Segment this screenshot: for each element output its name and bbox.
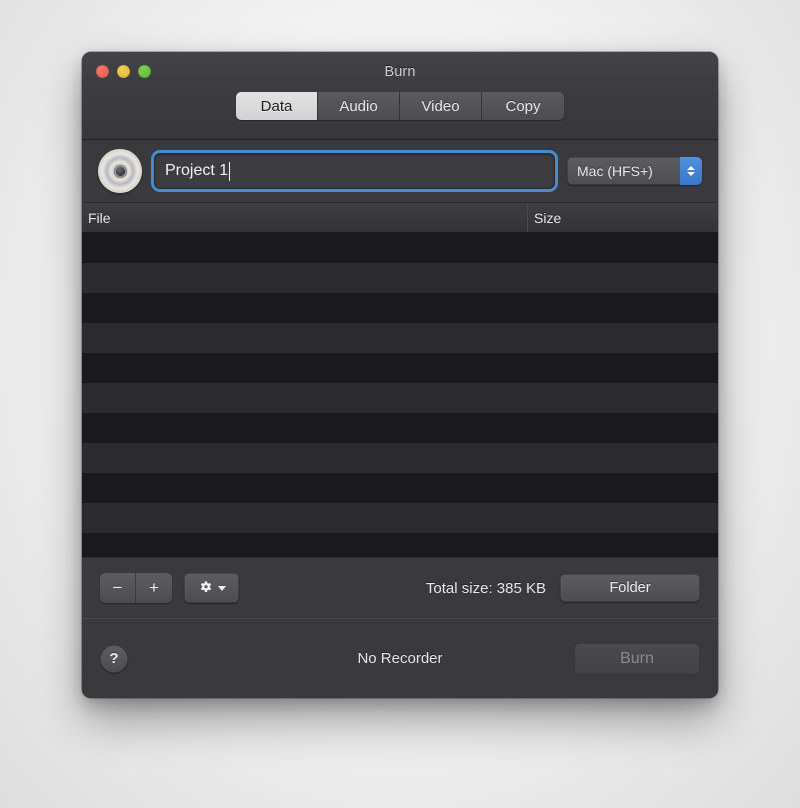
table-row[interactable] xyxy=(82,413,718,443)
file-table-header: File Size xyxy=(82,202,718,233)
window-footer: ? No Recorder Burn xyxy=(82,618,718,698)
project-name-input[interactable]: Project 1 xyxy=(154,153,555,189)
window-title: Burn xyxy=(384,64,416,80)
table-row[interactable] xyxy=(82,503,718,533)
file-actions-toolbar: − + Total size: 385 KB Folder xyxy=(82,558,718,618)
burn-window: Burn Data Audio Video Copy Project 1 Mac… xyxy=(82,52,718,698)
table-row[interactable] xyxy=(82,383,718,413)
chevron-down-icon xyxy=(687,172,695,176)
table-row[interactable] xyxy=(82,473,718,503)
mode-tab-bar: Data Audio Video Copy xyxy=(236,92,564,120)
column-header-size[interactable]: Size xyxy=(528,203,718,232)
help-button[interactable]: ? xyxy=(100,644,128,673)
tab-audio[interactable]: Audio xyxy=(318,92,400,120)
tab-copy[interactable]: Copy xyxy=(482,92,564,120)
table-row[interactable] xyxy=(82,443,718,473)
table-row[interactable] xyxy=(82,533,718,557)
disc-format-select[interactable]: Mac (HFS+) xyxy=(567,157,702,185)
file-table-body[interactable] xyxy=(82,233,718,558)
folder-button[interactable]: Folder xyxy=(560,574,700,602)
project-settings-row: Project 1 Mac (HFS+) xyxy=(82,140,718,202)
text-cursor xyxy=(229,161,231,181)
project-name-value: Project 1 xyxy=(165,162,229,179)
options-menu-button[interactable] xyxy=(184,573,239,603)
tab-video[interactable]: Video xyxy=(400,92,482,120)
window-titlebar: Burn Data Audio Video Copy xyxy=(82,52,718,140)
burn-button[interactable]: Burn xyxy=(574,642,700,675)
remove-file-button[interactable]: − xyxy=(100,573,136,603)
tab-data[interactable]: Data xyxy=(236,92,318,120)
cd-disc-icon xyxy=(98,149,142,193)
chevron-up-icon xyxy=(687,166,695,170)
chevron-up-down-icon[interactable] xyxy=(680,157,702,185)
table-row[interactable] xyxy=(82,293,718,323)
column-header-file[interactable]: File xyxy=(82,203,528,232)
total-size-label: Total size: 385 KB xyxy=(425,579,546,597)
table-row[interactable] xyxy=(82,233,718,263)
add-remove-segmented-control: − + xyxy=(100,573,172,603)
gear-icon xyxy=(200,581,211,592)
add-file-button[interactable]: + xyxy=(136,573,172,603)
table-row[interactable] xyxy=(82,323,718,353)
table-row[interactable] xyxy=(82,353,718,383)
triangle-down-icon xyxy=(217,585,226,591)
disc-format-value: Mac (HFS+) xyxy=(577,163,653,179)
table-row[interactable] xyxy=(82,263,718,293)
